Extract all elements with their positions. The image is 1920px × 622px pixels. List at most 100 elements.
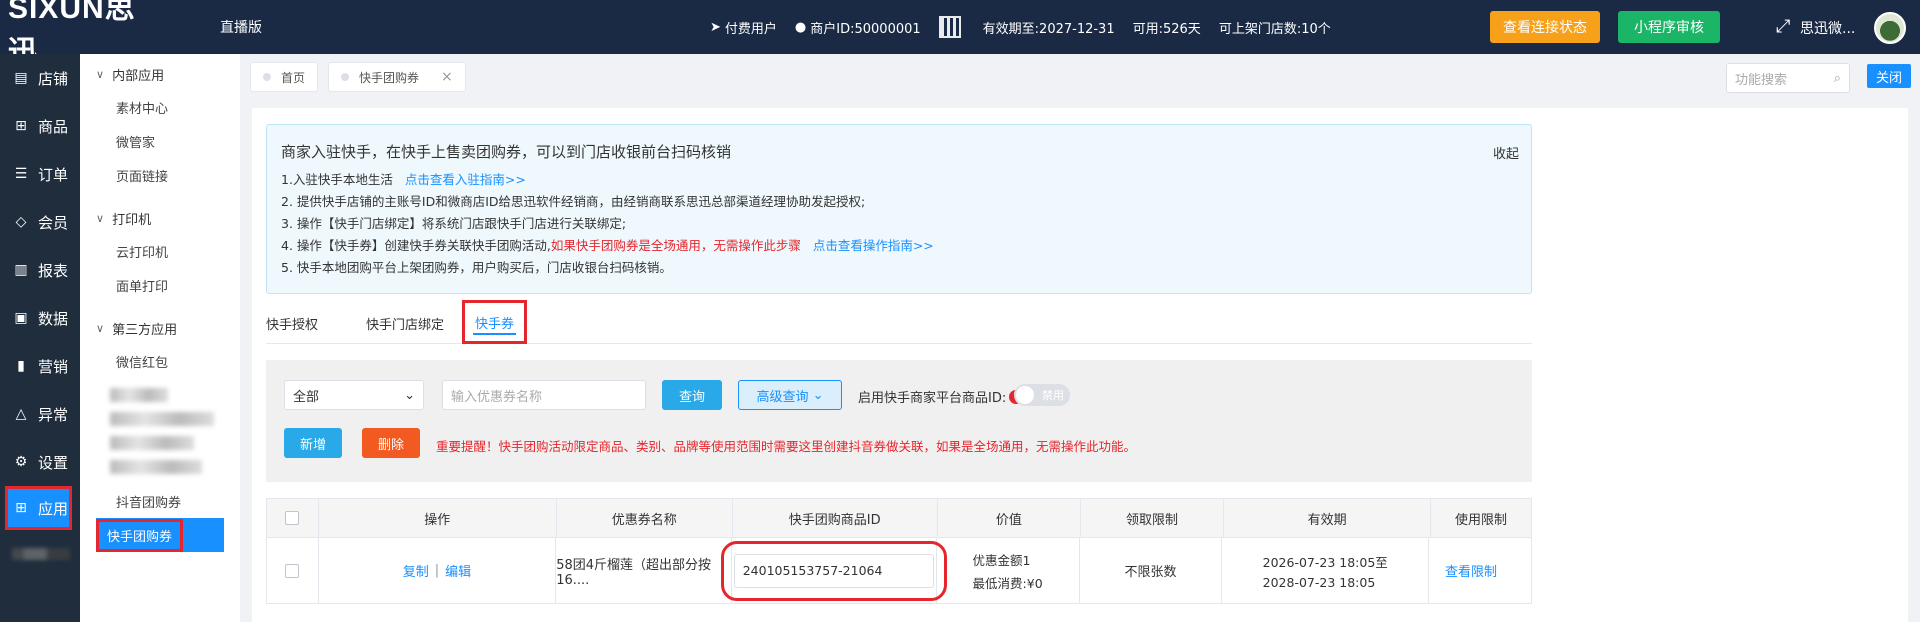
view-limit-link[interactable]: 查看限制 bbox=[1445, 561, 1497, 580]
store-icon: ▤ bbox=[14, 70, 28, 86]
edit-link[interactable]: 编辑 bbox=[445, 561, 471, 580]
nav-item-members[interactable]: ◇ 会员 bbox=[0, 198, 80, 246]
nav-item-settings[interactable]: ⚙ 设置 bbox=[0, 438, 80, 486]
dot-icon bbox=[341, 73, 349, 81]
column-header: 使用限制 bbox=[1455, 512, 1508, 528]
subnav-item-waybill-print[interactable]: 面单打印 bbox=[80, 268, 240, 302]
dot-icon bbox=[263, 73, 271, 81]
notice-title: 商家入驻快手，在快手上售卖团购券，可以到门店收银前台扫码核销 bbox=[281, 143, 732, 161]
column-header: 价值 bbox=[938, 499, 1081, 537]
group-printer[interactable]: ∨ 打印机 bbox=[80, 202, 240, 234]
subnav-item-blurred[interactable] bbox=[110, 388, 168, 402]
drop-icon: ● bbox=[794, 19, 807, 35]
fullscreen-icon[interactable]: ⤢ bbox=[1776, 16, 1790, 37]
onboarding-guide-link[interactable]: 点击查看入驻指南>> bbox=[405, 172, 526, 187]
subnav-item-wechat-redpacket[interactable]: 微信红包 bbox=[80, 344, 240, 378]
delete-button[interactable]: 删除 bbox=[362, 428, 420, 458]
column-header: 有效期 bbox=[1224, 499, 1432, 537]
send-icon: ➤ bbox=[710, 19, 721, 35]
top-bar: SIXUN思迅 直播版 ➤ 付费用户 ● 商户ID:50000001 有效期至:20… bbox=[0, 0, 1920, 69]
chevron-down-icon: ∨ bbox=[96, 321, 105, 335]
nav-item-apps[interactable]: ⊞ 应用 bbox=[5, 486, 72, 530]
diamond-icon: ◇ bbox=[15, 214, 27, 230]
column-header: 操作 bbox=[319, 499, 557, 537]
product-id-input[interactable]: 240105153757-21064 bbox=[720, 540, 947, 601]
subnav-item-blurred[interactable] bbox=[110, 412, 214, 426]
account-info: ➤ 付费用户 ● 商户ID:50000001 有效期至:2027-12-31 可用:… bbox=[710, 0, 1349, 54]
nav-item-exceptions[interactable]: △ 异常 bbox=[0, 390, 80, 438]
valid-until: 有效期至:2027-12-31 bbox=[982, 21, 1115, 37]
column-header: 优惠券名称 bbox=[557, 499, 733, 537]
order-icon: ☰ bbox=[14, 166, 28, 182]
subnav-item-cloud-printer[interactable]: 云打印机 bbox=[80, 234, 240, 268]
nav-item-store[interactable]: ▤ 店铺 bbox=[0, 54, 80, 102]
function-search-input[interactable]: 功能搜索 ⌕ bbox=[1726, 63, 1850, 93]
nav-item-reports[interactable]: ▥ 报表 bbox=[0, 246, 80, 294]
query-button[interactable]: 查询 bbox=[662, 380, 722, 410]
important-warning: 重要提醒！快手团购活动限定商品、类别、品牌等使用范围时需要这里创建抖音券做关联，… bbox=[436, 439, 1137, 454]
table-row: 复制 | 编辑 58团4斤榴莲（超出部分按16.... 240105153757-2… bbox=[266, 538, 1532, 604]
separator: | bbox=[434, 563, 440, 578]
advanced-query-button[interactable]: 高级查询 ⌄ bbox=[738, 380, 842, 410]
nav-item-blurred[interactable] bbox=[0, 530, 80, 560]
close-icon[interactable]: × bbox=[441, 69, 453, 85]
coupon-name-input[interactable]: 输入优惠券名称 bbox=[442, 380, 646, 410]
tab-kuaishou-coupon[interactable]: 快手团购券 × bbox=[328, 62, 466, 92]
tab-kuaishou-auth[interactable]: 快手授权 bbox=[266, 304, 318, 342]
status-select[interactable]: 全部 ⌄ bbox=[284, 380, 424, 410]
chevron-down-icon: ∨ bbox=[96, 67, 105, 81]
gear-icon: ⚙ bbox=[14, 454, 28, 470]
nav-item-marketing[interactable]: ▮ 营销 bbox=[0, 342, 80, 390]
subnav-item-douyin-coupon[interactable]: 抖音团购券 bbox=[80, 484, 240, 518]
column-header: 快手团购商品ID bbox=[733, 499, 938, 537]
product-id-cell: 240105153757-21064 bbox=[720, 538, 947, 603]
sub-nav: ∨ 内部应用 素材中心 微管家 页面链接 ∨ 打印机 云打印机 面单打印 ∨ 第三方应… bbox=[80, 54, 240, 622]
nav-item-data[interactable]: ▣ 数据 bbox=[0, 294, 80, 342]
blurred-label bbox=[12, 548, 70, 560]
usage-limit-cell: 查看限制 bbox=[1429, 538, 1531, 603]
subnav-item-page-link[interactable]: 页面链接 bbox=[80, 158, 240, 192]
edition-label: 直播版 bbox=[220, 20, 262, 36]
main-panel: 商家入驻快手，在快手上售卖团购券，可以到门店收银前台扫码核销 收起 1.入驻快手… bbox=[252, 108, 1908, 622]
subnav-item-blurred[interactable] bbox=[110, 460, 202, 474]
group-internal-apps[interactable]: ∨ 内部应用 bbox=[80, 58, 240, 90]
avatar[interactable] bbox=[1874, 12, 1906, 44]
nav-item-goods[interactable]: ⊞ 商品 bbox=[0, 102, 80, 150]
subnav-item-kuaishou-coupon[interactable]: 快手团购券 bbox=[96, 518, 224, 552]
paid-user-label: 付费用户 bbox=[724, 21, 777, 37]
subnav-item-butler[interactable]: 微管家 bbox=[80, 124, 240, 158]
main-nav: ▤ 店铺 ⊞ 商品 ☰ 订单 ◇ 会员 ▥ 报表 ▣ 数据 ▮ 营销 △ 异常 ⚙ 设置 ⊞ 应用 bbox=[0, 54, 80, 622]
platform-id-toggle[interactable]: 禁用 bbox=[1014, 384, 1070, 406]
marketing-icon: ▮ bbox=[17, 358, 25, 374]
subnav-item-material[interactable]: 素材中心 bbox=[80, 90, 240, 124]
collapse-link[interactable]: 收起 bbox=[1493, 143, 1519, 162]
notice-box: 商家入驻快手，在快手上售卖团购券，可以到门店收银前台扫码核销 收起 1.入驻快手… bbox=[266, 124, 1532, 294]
add-button[interactable]: 新增 bbox=[284, 428, 342, 458]
page-tabs: 首页 快手团购券 × 功能搜索 ⌕ 关闭 bbox=[240, 54, 1920, 100]
user-name[interactable]: 思迅微... bbox=[1800, 18, 1855, 38]
coupon-name-cell: 58团4斤榴莲（超出部分按16.... bbox=[556, 538, 732, 603]
validity-cell: 2026-07-23 18:05至 2028-07-23 18:05 bbox=[1222, 538, 1429, 603]
chevron-down-icon: ⌄ bbox=[812, 387, 824, 403]
gift-icon: ⊞ bbox=[15, 118, 27, 134]
nav-item-orders[interactable]: ☰ 订单 bbox=[0, 150, 80, 198]
merchant-id: 商户ID:50000001 bbox=[810, 21, 921, 37]
group-third-party[interactable]: ∨ 第三方应用 bbox=[80, 312, 240, 344]
tab-home[interactable]: 首页 bbox=[250, 62, 319, 92]
check-connection-button[interactable]: 查看连接状态 bbox=[1490, 11, 1600, 43]
close-button[interactable]: 关闭 bbox=[1867, 64, 1911, 88]
miniapp-review-button[interactable]: 小程序审核 bbox=[1618, 11, 1720, 43]
select-all-checkbox[interactable] bbox=[285, 511, 300, 525]
coupon-table: 操作 优惠券名称 快手团购商品ID 价值 领取限制 有效期 使用限制 复制 | 编辑… bbox=[266, 498, 1532, 604]
notice-steps: 1.入驻快手本地生活 点击查看入驻指南>> 2. 提供快手店铺的主账号ID和微商… bbox=[281, 172, 934, 275]
tab-kuaishou-coupon[interactable]: 快手券 bbox=[462, 300, 528, 344]
qr-code-icon[interactable] bbox=[938, 16, 961, 38]
tab-kuaishou-store-binding[interactable]: 快手门店绑定 bbox=[366, 304, 444, 342]
copy-link[interactable]: 复制 bbox=[403, 561, 429, 580]
row-checkbox[interactable] bbox=[285, 563, 300, 578]
chevron-down-icon: ∨ bbox=[96, 211, 105, 225]
operation-guide-link[interactable]: 点击查看操作指南>> bbox=[813, 238, 934, 253]
subnav-item-blurred[interactable] bbox=[110, 436, 194, 450]
apps-icon: ⊞ bbox=[15, 500, 27, 516]
data-icon: ▣ bbox=[14, 310, 28, 326]
